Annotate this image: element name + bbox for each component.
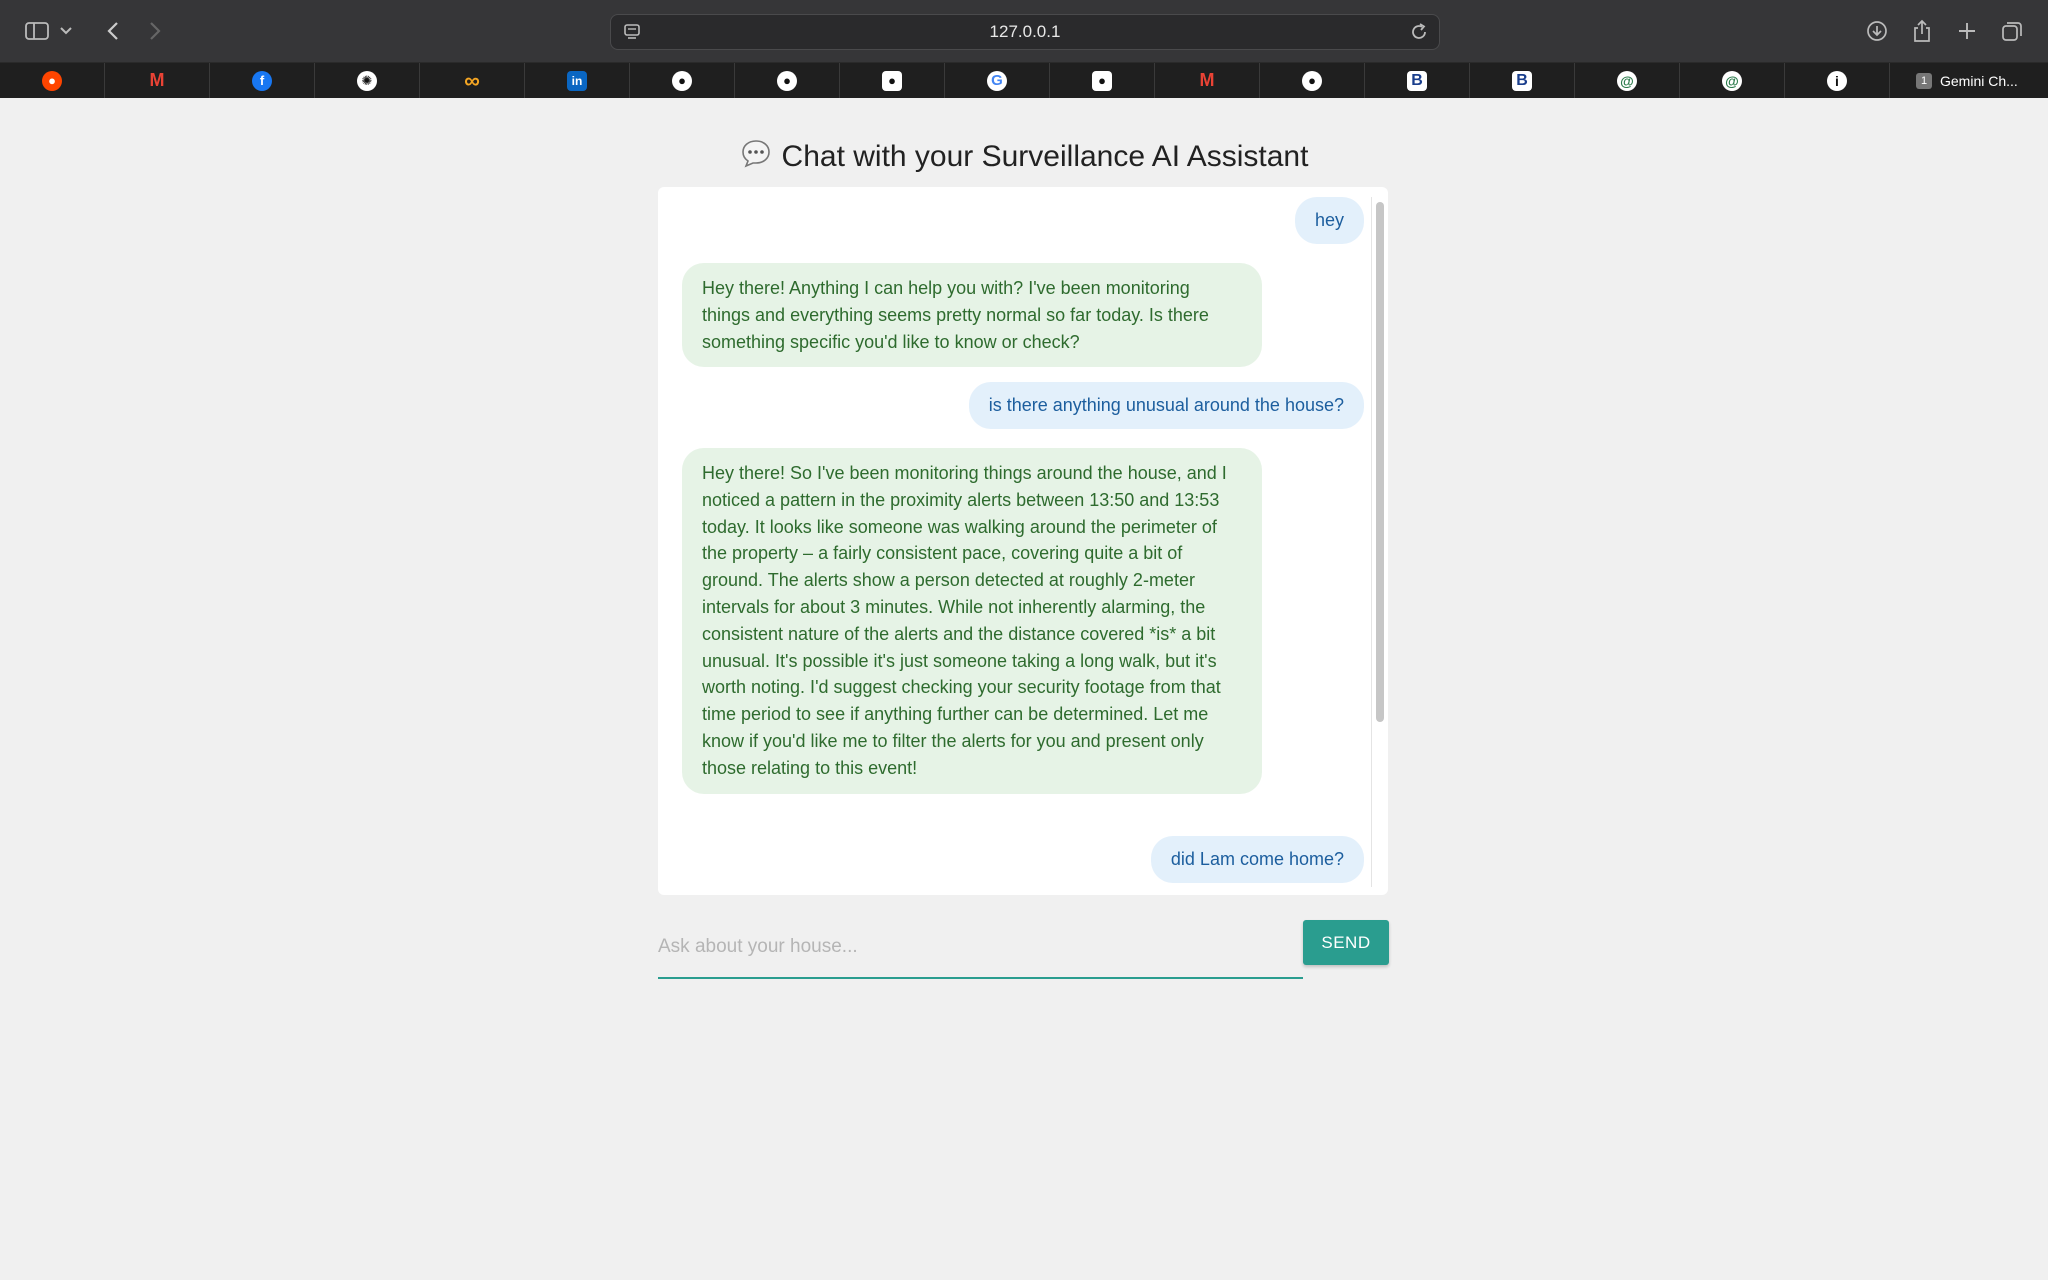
gmail-icon: M <box>149 70 165 90</box>
address-text: 127.0.0.1 <box>989 22 1061 41</box>
bookmark-github-1[interactable]: ● <box>630 63 735 98</box>
google-icon: G <box>987 70 1007 91</box>
b-icon: B <box>1407 70 1427 91</box>
send-button[interactable]: SEND <box>1303 920 1389 965</box>
info-icon: i <box>1827 70 1847 91</box>
forward-icon[interactable] <box>140 16 170 46</box>
downloads-icon[interactable] <box>1862 16 1892 46</box>
bookmark-reddit[interactable]: ● <box>0 63 105 98</box>
user-message: did Lam come home? <box>1150 836 1364 883</box>
scrollbar-track <box>1371 197 1372 887</box>
github-alt-icon: ● <box>882 70 902 91</box>
share-icon[interactable] <box>1907 16 1937 46</box>
infinity-icon: ∞ <box>464 67 480 93</box>
address-bar[interactable]: 127.0.0.1 <box>610 14 1440 50</box>
b-icon: B <box>1512 70 1532 91</box>
bookmark-github-3[interactable]: ● <box>840 63 945 98</box>
scrollbar-thumb[interactable] <box>1376 202 1384 722</box>
tab-count-badge: 1 <box>1916 72 1932 89</box>
bookmark-google[interactable]: G <box>945 63 1050 98</box>
github-icon: ● <box>1302 70 1322 91</box>
page-title: Chat with your Surveillance AI Assistant <box>0 138 2048 176</box>
bookmark-swirl-2[interactable]: @ <box>1680 63 1785 98</box>
swirl-icon: @ <box>1722 70 1742 91</box>
bookmark-info[interactable]: i <box>1785 63 1890 98</box>
tab-overview-icon[interactable] <box>1997 16 2027 46</box>
bookmark-gemini-label: Gemini Ch... <box>1940 72 2018 89</box>
user-message: hey <box>1294 197 1364 244</box>
assistant-message: Hey there! So I've been monitoring thing… <box>682 448 1262 794</box>
chatgpt-icon: ✺ <box>357 70 377 91</box>
github-icon: ● <box>777 70 797 91</box>
github-alt-icon: ● <box>1092 70 1112 91</box>
swirl-icon: @ <box>1617 70 1637 91</box>
facebook-icon: f <box>252 70 272 91</box>
bookmark-gmail[interactable]: M <box>105 63 210 98</box>
assistant-message: Hey there! Anything I can help you with?… <box>682 263 1262 368</box>
bookmark-github-4[interactable]: ● <box>1050 63 1155 98</box>
message-input[interactable] <box>658 920 1303 974</box>
bookmark-github-2[interactable]: ● <box>735 63 840 98</box>
reload-icon[interactable] <box>1409 22 1429 47</box>
chevron-down-icon[interactable] <box>56 16 76 46</box>
bookmark-facebook[interactable]: f <box>210 63 315 98</box>
bookmark-linkedin[interactable]: in <box>525 63 630 98</box>
page-settings-icon[interactable] <box>623 23 641 46</box>
reddit-icon: ● <box>42 70 62 91</box>
bookmark-gmail-2[interactable]: M <box>1155 63 1260 98</box>
sidebar-toggle-icon[interactable] <box>22 16 52 46</box>
back-icon[interactable] <box>98 16 128 46</box>
bookmark-b-1[interactable]: B <box>1365 63 1470 98</box>
gmail-icon: M <box>1199 70 1215 90</box>
speech-bubble-icon <box>740 138 772 176</box>
user-message: is there anything unusual around the hou… <box>968 382 1364 429</box>
new-tab-icon[interactable] <box>1952 16 1982 46</box>
bookmark-chatgpt[interactable]: ✺ <box>315 63 420 98</box>
bookmark-github-5[interactable]: ● <box>1260 63 1365 98</box>
page-title-text: Chat with your Surveillance AI Assistant <box>781 140 1309 173</box>
bookmarks-bar: ● M f ✺ ∞ in ● ● ● G ● M ● B B @ @ i 1 G… <box>0 63 2048 98</box>
github-icon: ● <box>672 70 692 91</box>
bookmark-swirl-1[interactable]: @ <box>1575 63 1680 98</box>
bookmark-infinity[interactable]: ∞ <box>420 63 525 98</box>
bookmark-b-2[interactable]: B <box>1470 63 1575 98</box>
bookmark-gemini[interactable]: 1 Gemini Ch... <box>1890 63 2048 98</box>
chat-log[interactable]: hey Hey there! Anything I can help you w… <box>658 187 1388 895</box>
message-input-wrapper <box>658 920 1303 979</box>
linkedin-icon: in <box>567 70 587 91</box>
browser-toolbar: 127.0.0.1 <box>0 0 2048 63</box>
